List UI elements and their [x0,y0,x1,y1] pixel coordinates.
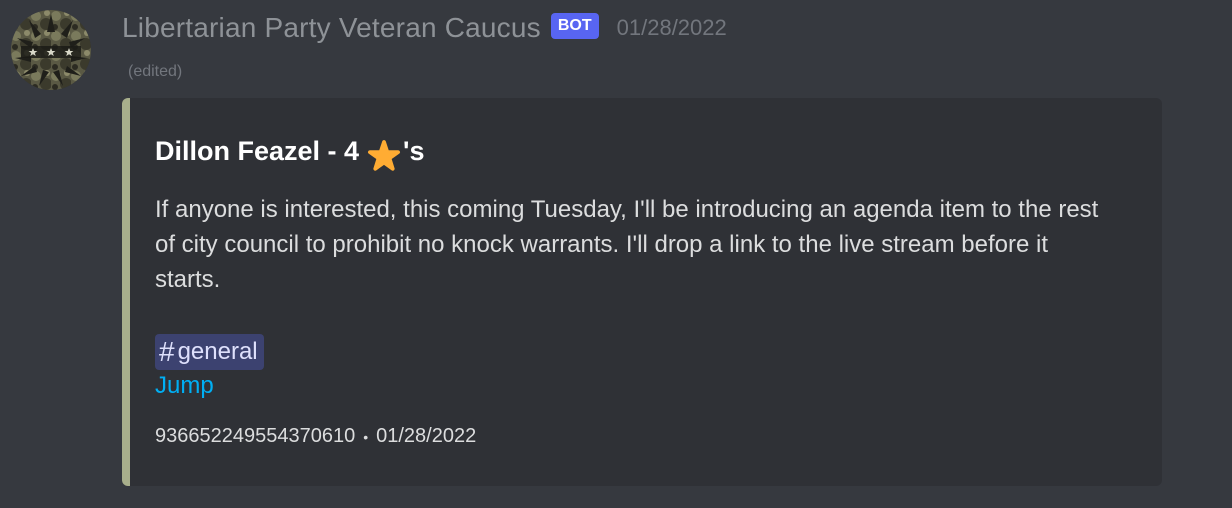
edited-label: (edited) [128,63,183,80]
star-icon [367,138,401,172]
footer-message-id: 936652249554370610 [155,425,356,447]
jump-link[interactable]: Jump [155,372,214,400]
message-embed: Dillon Feazel - 4 's If anyone is intere… [122,98,1162,486]
embed-accent-bar [122,98,130,486]
message-header: Libertarian Party Veteran Caucus BOT 01/… [122,10,727,46]
embed-footer: 936652249554370610 • 01/28/2022 [155,425,476,448]
footer-date: 01/28/2022 [376,425,477,447]
author-avatar[interactable] [11,10,91,90]
embed-description: If anyone is interested, this coming Tue… [155,196,1099,293]
embed-title-suffix: 's [403,135,425,166]
channel-name: general [177,338,258,365]
embed-title-text: Dillon Feazel - 4 [155,135,360,166]
channel-mention[interactable]: # general [155,334,264,370]
channel-hash-icon: # [159,336,175,367]
bot-badge: BOT [550,13,599,39]
chat-message: Libertarian Party Veteran Caucus BOT 01/… [0,0,1232,508]
porcupine-stars-avatar-icon [11,10,91,90]
author-name[interactable]: Libertarian Party Veteran Caucus [122,12,541,44]
footer-separator: • [363,428,369,445]
message-timestamp[interactable]: 01/28/2022 [617,15,727,41]
embed-title: Dillon Feazel - 4 's [155,134,425,171]
